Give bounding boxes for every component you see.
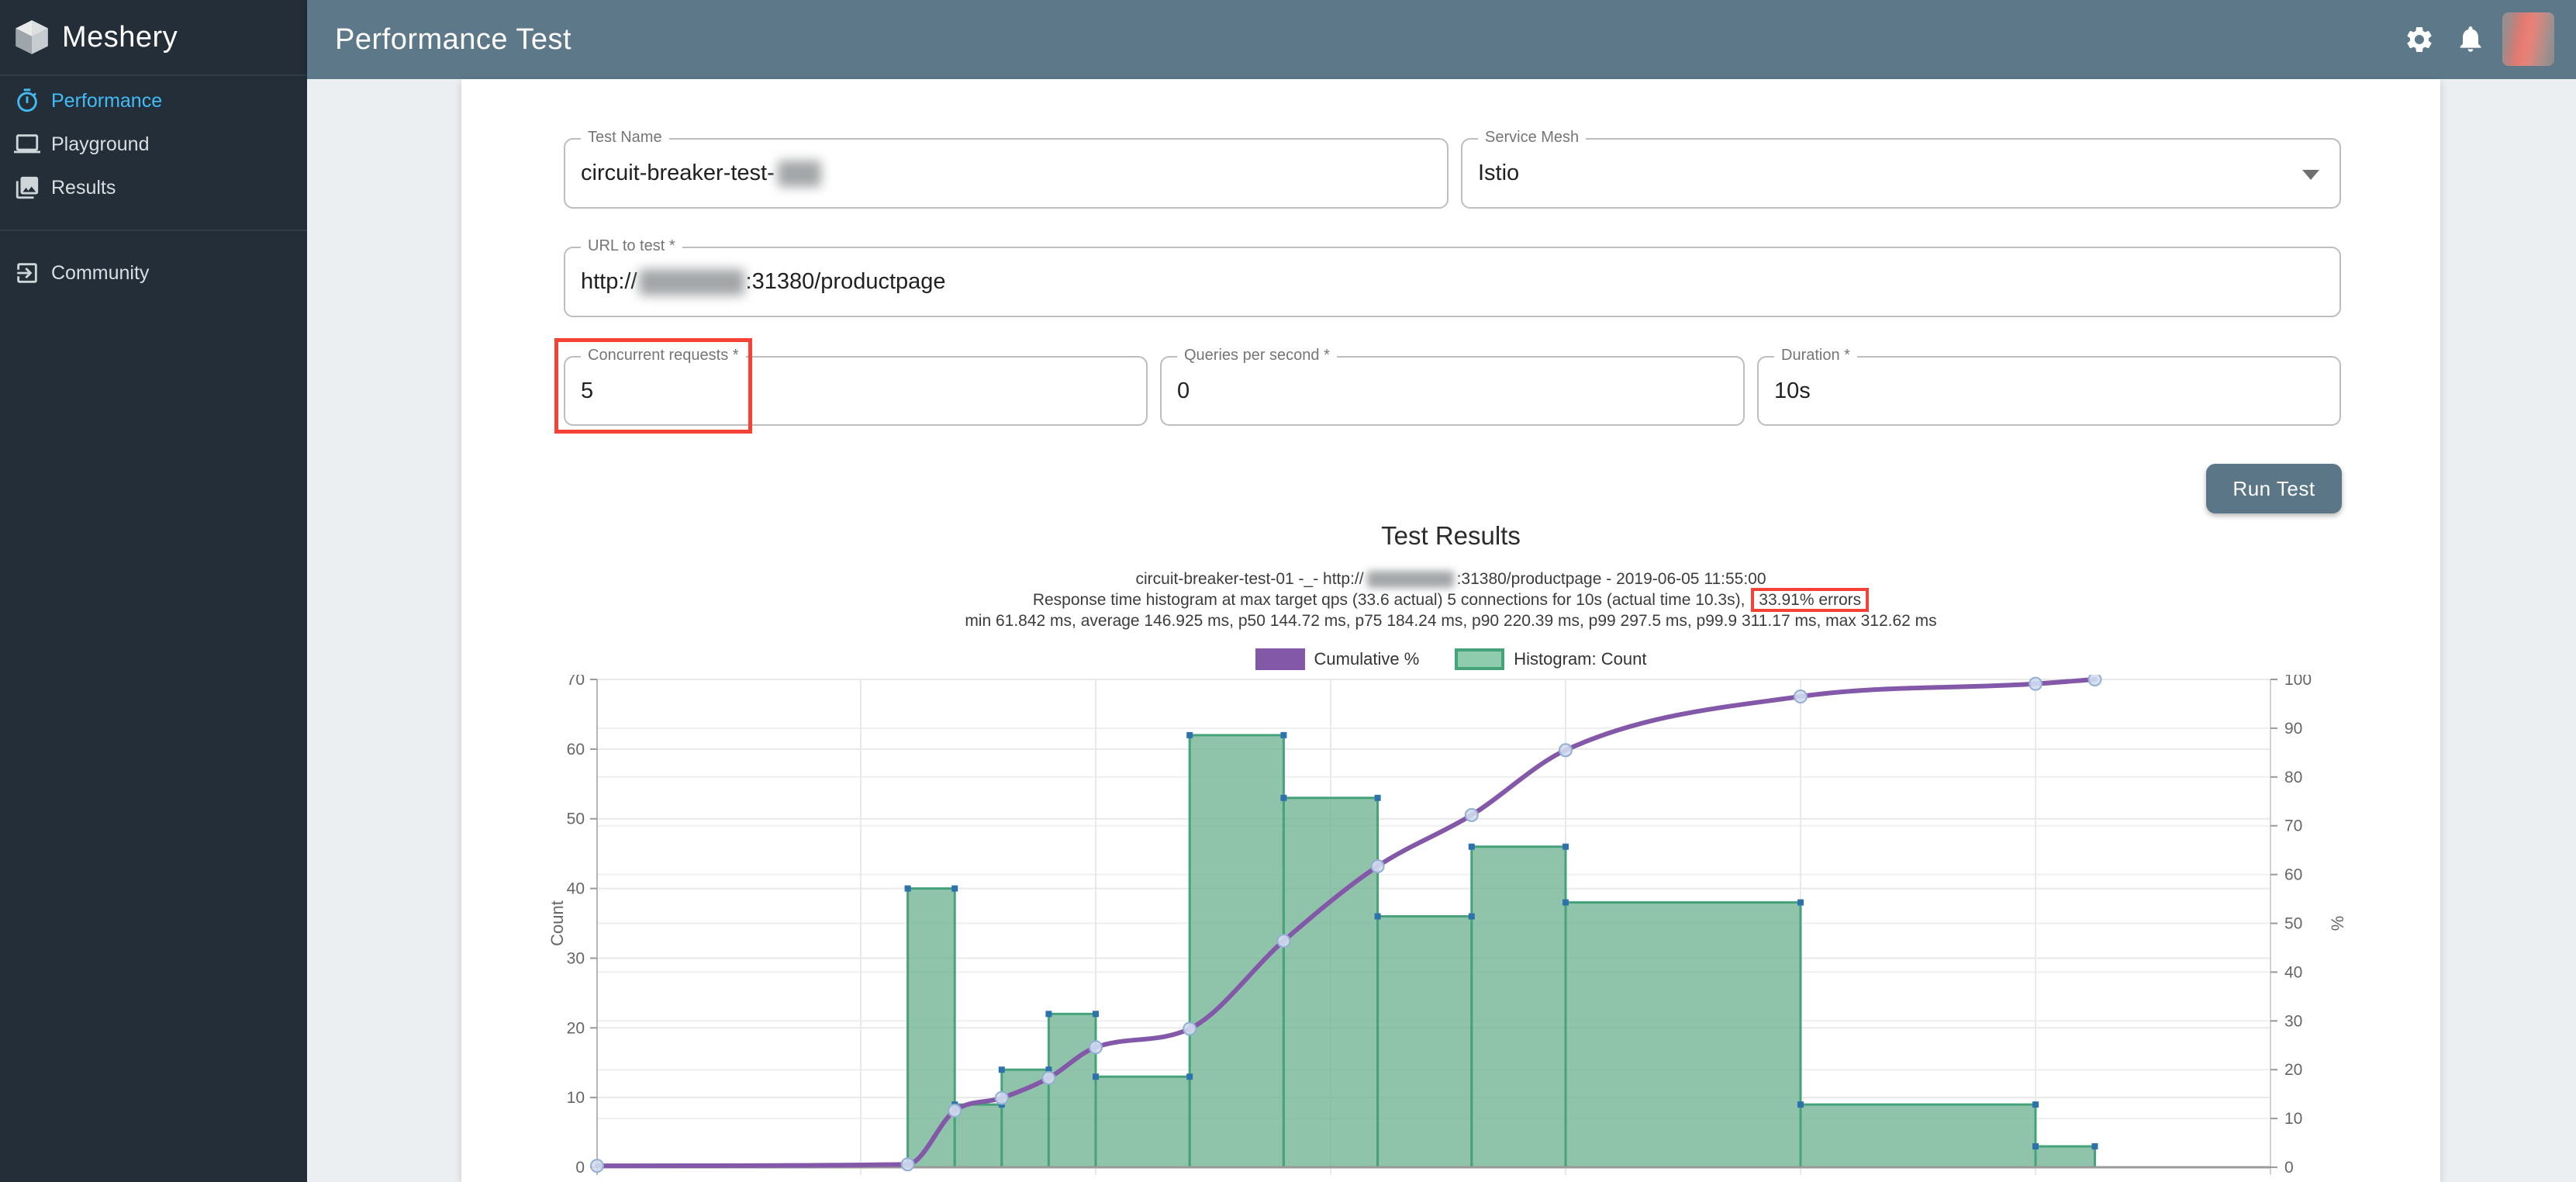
legend-swatch-line: [1255, 648, 1305, 670]
sidebar: Meshery Performance Playground Results: [0, 0, 307, 1182]
svg-text:90: 90: [2284, 720, 2302, 738]
test-name-value: circuit-breaker-test-: [581, 140, 821, 207]
run-test-button[interactable]: Run Test: [2206, 464, 2342, 513]
concurrent-requests-value: 5: [581, 358, 593, 424]
sidebar-divider: [0, 74, 307, 76]
results-line2: Response time histogram at max target qp…: [461, 588, 2440, 612]
qps-value: 0: [1177, 358, 1190, 424]
legend-item-cumulative[interactable]: Cumulative %: [1255, 648, 1420, 670]
page-title: Performance Test: [335, 0, 571, 79]
sidebar-item-community[interactable]: Community: [0, 251, 307, 295]
svg-text:60: 60: [567, 741, 585, 759]
queries-per-second-field[interactable]: Queries per second * 0: [1160, 356, 1745, 426]
sidebar-item-label: Playground: [51, 133, 149, 156]
legend-item-histogram[interactable]: Histogram: Count: [1455, 648, 1646, 670]
svg-text:0: 0: [575, 1159, 585, 1177]
results-line1: circuit-breaker-test-01 -_- http://:3138…: [461, 570, 2440, 588]
svg-text:10: 10: [2284, 1110, 2302, 1128]
photo-library-icon: [14, 175, 40, 201]
sidebar-item-label: Community: [51, 262, 149, 285]
legend-label: Histogram: Count: [1514, 649, 1646, 669]
top-bar: Performance Test: [307, 0, 2576, 79]
chart-legend: Cumulative % Histogram: Count: [461, 648, 2440, 670]
svg-text:100: 100: [2284, 675, 2312, 689]
brand[interactable]: Meshery: [0, 0, 307, 74]
test-name-field[interactable]: Test Name circuit-breaker-test-: [564, 138, 1449, 209]
redacted-host: [639, 269, 744, 296]
svg-text:80: 80: [2284, 769, 2302, 786]
sidebar-item-performance[interactable]: Performance: [0, 79, 307, 123]
results-summary: circuit-breaker-test-01 -_- http://:3138…: [461, 570, 2440, 630]
svg-text:50: 50: [2284, 915, 2302, 933]
chevron-down-icon[interactable]: [2302, 170, 2319, 180]
sidebar-item-playground[interactable]: Playground: [0, 123, 307, 166]
content-area: Test Name circuit-breaker-test- Service …: [307, 79, 2576, 1182]
svg-text:0: 0: [2284, 1159, 2294, 1177]
qps-label: Queries per second *: [1177, 347, 1337, 365]
redacted-text: [778, 161, 821, 187]
laptop-icon: [14, 131, 40, 157]
svg-text:10: 10: [567, 1089, 585, 1107]
stopwatch-icon: [14, 88, 40, 114]
meshery-logo-icon: [12, 18, 51, 57]
sidebar-item-label: Performance: [51, 90, 162, 112]
url-value: http://:31380/productpage: [581, 248, 946, 316]
svg-text:30: 30: [2284, 1012, 2302, 1030]
sidebar-divider: [0, 230, 307, 231]
exit-to-app-icon: [14, 260, 40, 286]
concurrent-requests-label: Concurrent requests *: [581, 347, 746, 365]
redacted-host: [1367, 571, 1454, 588]
settings-gear-icon[interactable]: [2404, 24, 2435, 55]
sidebar-item-label: Results: [51, 177, 116, 199]
results-title: Test Results: [461, 521, 2440, 551]
legend-swatch-bar: [1455, 648, 1504, 670]
sidebar-item-results[interactable]: Results: [0, 166, 307, 209]
svg-text:60: 60: [2284, 866, 2302, 884]
duration-value: 10s: [1774, 358, 1811, 424]
svg-text:40: 40: [2284, 963, 2302, 981]
service-mesh-value: Istio: [1478, 140, 1519, 207]
svg-text:40: 40: [567, 880, 585, 898]
svg-text:50: 50: [567, 810, 585, 828]
svg-text:20: 20: [567, 1019, 585, 1037]
response-time-histogram-chart: 0 10 20 30 40 50 60 70 0 10 20 30 40 50 60 70 80 90 100 Cou…: [496, 675, 2388, 1182]
svg-text:70: 70: [2284, 817, 2302, 835]
duration-field[interactable]: Duration * 10s: [1757, 356, 2341, 426]
svg-text:30: 30: [567, 949, 585, 967]
user-avatar[interactable]: [2502, 12, 2554, 66]
results-line3: min 61.842 ms, average 146.925 ms, p50 1…: [461, 612, 2440, 630]
url-to-test-field[interactable]: URL to test * http://:31380/productpage: [564, 247, 2341, 317]
legend-label: Cumulative %: [1314, 649, 1420, 669]
svg-text:20: 20: [2284, 1061, 2302, 1079]
avatar-blurred-image: [2502, 12, 2554, 66]
meshery-app: Meshery Performance Playground Results: [0, 0, 2576, 1182]
service-mesh-select[interactable]: Service Mesh Istio: [1461, 138, 2341, 209]
performance-test-card: Test Name circuit-breaker-test- Service …: [461, 79, 2440, 1182]
svg-text:Count: Count: [547, 900, 567, 946]
annotation-rect-error-rate: 33.91% errors: [1751, 588, 1869, 612]
concurrent-requests-field[interactable]: Concurrent requests * 5: [564, 356, 1148, 426]
notifications-bell-icon[interactable]: [2455, 23, 2486, 54]
svg-text:70: 70: [567, 675, 585, 689]
svg-text:%: %: [2328, 916, 2347, 931]
brand-name: Meshery: [62, 21, 178, 54]
